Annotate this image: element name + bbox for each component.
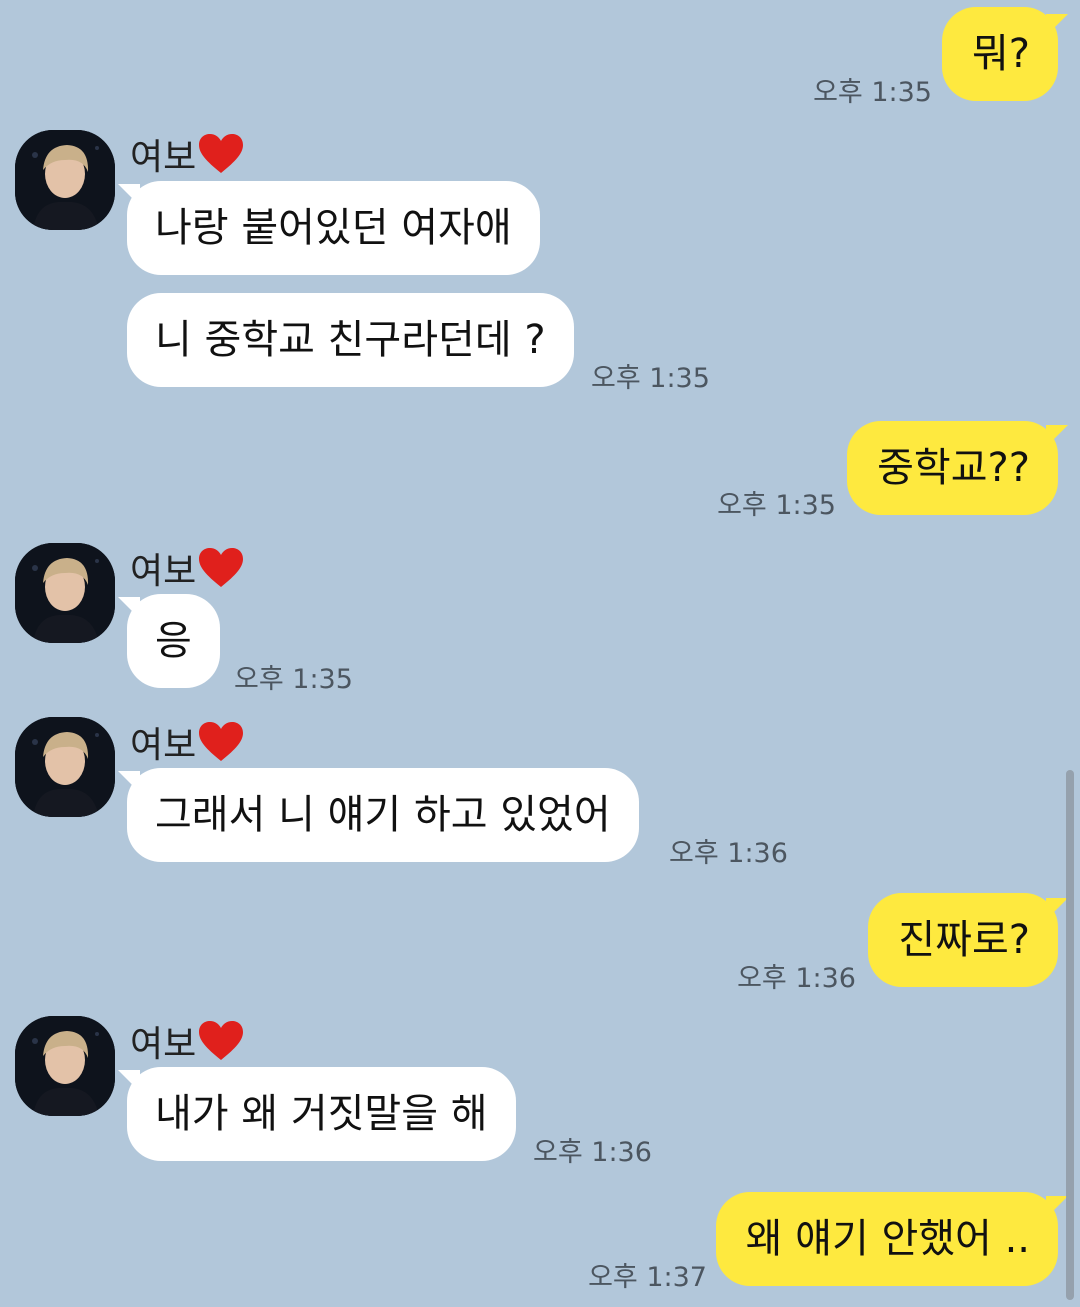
sender-name-text: 여보	[130, 551, 197, 592]
other-message-bubble[interactable]: 니 중학교 친구라던데 ?	[127, 293, 574, 387]
message-text: 왜 얘기 안했어 ..	[745, 1216, 1030, 1262]
red-heart-icon	[199, 134, 244, 173]
avatar[interactable]	[15, 717, 115, 817]
message-text: 나랑 붙어있던 여자애	[155, 205, 512, 251]
scrollbar[interactable]	[1066, 770, 1074, 1300]
bubble-tail	[118, 184, 140, 206]
avatar[interactable]	[15, 130, 115, 230]
sender-name-text: 여보	[130, 137, 197, 178]
red-heart-icon	[199, 548, 244, 587]
message-text: 뭐?	[971, 31, 1030, 77]
other-message-bubble[interactable]: 나랑 붙어있던 여자애	[127, 181, 540, 275]
message-time: 오후 1:35	[234, 664, 353, 695]
avatar[interactable]	[15, 1016, 115, 1116]
sender-name: 여보	[130, 542, 244, 594]
my-message-bubble[interactable]: 뭐?	[941, 7, 1058, 101]
message-time: 오후 1:35	[717, 490, 836, 521]
message-text: 응	[155, 618, 192, 664]
bubble-tail	[1046, 898, 1068, 920]
bubble-tail	[118, 1070, 140, 1092]
red-heart-icon	[199, 1021, 244, 1060]
message-time: 오후 1:36	[669, 838, 788, 869]
sender-name: 여보	[130, 716, 244, 768]
message-time: 오후 1:37	[588, 1262, 707, 1293]
my-message-bubble[interactable]: 진짜로?	[868, 893, 1058, 987]
message-time: 오후 1:35	[813, 77, 932, 108]
bubble-tail	[1046, 425, 1068, 447]
message-text: 중학교??	[877, 445, 1030, 491]
message-time: 오후 1:36	[737, 963, 856, 994]
profile-photo-icon	[15, 1016, 115, 1116]
bubble-tail	[1046, 1196, 1068, 1218]
message-time: 오후 1:36	[533, 1137, 652, 1168]
my-message-bubble[interactable]: 왜 얘기 안했어 ..	[715, 1192, 1058, 1286]
other-message-bubble[interactable]: 내가 왜 거짓말을 해	[127, 1067, 516, 1161]
avatar[interactable]	[15, 543, 115, 643]
bubble-tail	[118, 597, 140, 619]
bubble-tail	[118, 771, 140, 793]
sender-name-text: 여보	[130, 1024, 197, 1065]
profile-photo-icon	[15, 543, 115, 643]
sender-name-text: 여보	[130, 725, 197, 766]
message-text: 진짜로?	[898, 917, 1030, 963]
sender-name: 여보	[130, 128, 244, 180]
profile-photo-icon	[15, 717, 115, 817]
my-message-bubble[interactable]: 중학교??	[847, 421, 1058, 515]
bubble-tail	[1046, 14, 1068, 36]
other-message-bubble[interactable]: 응	[127, 594, 220, 688]
message-text: 니 중학교 친구라던데 ?	[155, 317, 546, 363]
message-text: 그래서 니 얘기 하고 있었어	[155, 792, 611, 838]
sender-name: 여보	[130, 1015, 244, 1067]
profile-photo-icon	[15, 130, 115, 230]
other-message-bubble[interactable]: 그래서 니 얘기 하고 있었어	[127, 768, 639, 862]
message-time: 오후 1:35	[591, 363, 710, 394]
red-heart-icon	[199, 722, 244, 761]
message-text: 내가 왜 거짓말을 해	[155, 1091, 488, 1137]
